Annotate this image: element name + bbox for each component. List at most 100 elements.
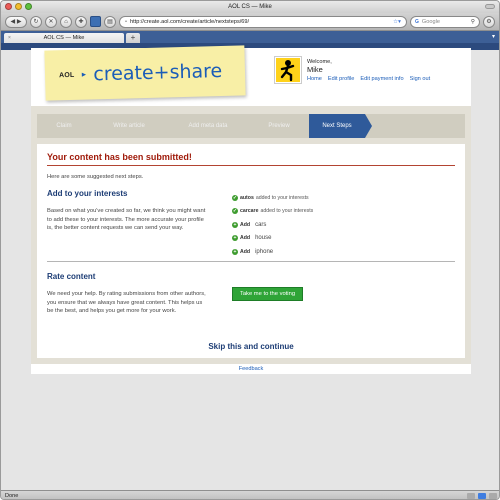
running-man-icon — [276, 58, 300, 82]
suggested-interest-name: cars — [255, 221, 267, 228]
tab-list-icon[interactable]: ▾ — [492, 33, 495, 40]
site-header: AOL ► create+share Welcome, Mike Home Ed… — [31, 45, 471, 106]
step-claim: Claim — [56, 123, 72, 129]
close-window-button[interactable] — [5, 3, 12, 10]
home-icon: ⌂ — [64, 18, 68, 25]
suggested-interest-name: iphone — [255, 248, 274, 255]
site-logo[interactable]: AOL ► create+share — [44, 45, 246, 101]
added-interest-row: ✓ carcare added to your interests — [232, 205, 313, 219]
progress-steps: Claim Write article Add meta data Previe… — [37, 114, 465, 138]
home-button[interactable]: ⌂ — [60, 15, 72, 28]
browser-window: AOL CS — Mike ◀ ▶ ↻ ✕ ⌂ ✚ ▤ ▫ http://cre… — [0, 0, 500, 500]
edit-profile-link[interactable]: Edit profile — [328, 76, 354, 82]
suggested-interest-name: house — [255, 235, 272, 242]
tab-close-icon[interactable]: × — [8, 35, 11, 41]
reload-button[interactable]: ↻ — [30, 15, 42, 28]
bookmark-button[interactable]: ✚ — [75, 15, 87, 28]
page-container: AOL ► create+share Welcome, Mike Home Ed… — [31, 45, 471, 374]
reload-icon: ↻ — [33, 19, 39, 25]
search-placeholder: Google — [421, 18, 440, 25]
avatar[interactable] — [274, 56, 302, 84]
minimize-window-button[interactable] — [15, 3, 22, 10]
search-icon[interactable]: ⚲ — [471, 19, 475, 25]
print-button[interactable]: ▤ — [104, 15, 116, 28]
added-interest-row: ✓ autos added to your interests — [232, 191, 313, 205]
section-divider — [47, 261, 455, 262]
star-icon[interactable]: ☆▾ — [393, 19, 401, 25]
tab-bar: × AOL CS — Mike + ▾ — [1, 31, 499, 43]
add-icon[interactable]: + — [232, 235, 238, 242]
suggested-interest-row: + Add cars — [232, 218, 313, 232]
step-next-steps-active: Next Steps — [309, 114, 372, 138]
back-forward-buttons[interactable]: ◀ ▶ — [5, 15, 27, 28]
status-icon[interactable] — [478, 493, 486, 499]
step-write-article: Write article — [113, 123, 145, 129]
add-interest-button[interactable]: Add — [240, 235, 250, 241]
title-bar: AOL CS — Mike — [1, 1, 499, 13]
page-viewport: AOL ► create+share Welcome, Mike Home Ed… — [1, 43, 499, 491]
added-interest-name: carcare — [240, 208, 259, 215]
status-icon[interactable] — [489, 493, 497, 499]
check-icon: ✓ — [232, 194, 238, 201]
user-panel: Welcome, Mike Home Edit profile Edit pay… — [274, 56, 464, 86]
print-icon: ▤ — [107, 19, 113, 25]
status-bar: Done — [1, 490, 499, 499]
step-preview: Preview — [268, 123, 290, 129]
interests-list: ✓ autos added to your interests ✓ carcar… — [232, 191, 313, 259]
bookmark-icon: ✚ — [78, 19, 84, 25]
search-input[interactable]: G Google ⚲ — [410, 15, 480, 28]
aol-logo-text: AOL — [58, 71, 75, 79]
steps-wrapper: Claim Write article Add meta data Previe… — [31, 106, 471, 144]
tab-label: AOL CS — Mike — [43, 35, 85, 41]
back-icon[interactable]: ◀ — [11, 18, 16, 25]
main-content: Your content has been submitted! Here ar… — [37, 144, 465, 358]
extension-icon[interactable] — [90, 16, 101, 27]
user-links: Home Edit profile Edit payment info Sign… — [307, 76, 430, 82]
window-controls — [5, 3, 32, 10]
page-icon: ▫ — [125, 18, 127, 25]
add-interest-button[interactable]: Add — [240, 222, 250, 228]
added-interest-name: autos — [240, 194, 254, 201]
status-icon[interactable] — [467, 493, 475, 499]
gear-icon: ⚙ — [486, 19, 492, 25]
home-link[interactable]: Home — [307, 76, 322, 82]
forward-icon[interactable]: ▶ — [17, 18, 22, 25]
interests-heading: Add to your interests — [47, 189, 128, 198]
skip-continue-link[interactable]: Skip this and continue — [37, 342, 465, 351]
edit-payment-link[interactable]: Edit payment info — [360, 76, 403, 82]
add-icon[interactable]: + — [232, 221, 238, 228]
add-interest-button[interactable]: Add — [240, 249, 250, 255]
add-icon[interactable]: + — [232, 248, 238, 255]
suggested-interest-row: + Add house — [232, 232, 313, 246]
page-title: Your content has been submitted! — [47, 152, 455, 166]
address-bar[interactable]: ▫ http://create.aol.com/create/article/n… — [119, 15, 407, 28]
rate-heading: Rate content — [47, 272, 96, 281]
voting-button[interactable]: Take me to the voting — [232, 287, 303, 301]
check-icon: ✓ — [232, 208, 238, 215]
username: Mike — [307, 65, 323, 74]
new-tab-button[interactable]: + — [126, 33, 140, 43]
content-wrapper: Your content has been submitted! Here ar… — [31, 144, 471, 364]
status-icons — [467, 493, 497, 499]
sign-out-link[interactable]: Sign out — [410, 76, 431, 82]
interests-description: Based on what you've created so far, we … — [47, 208, 206, 231]
feedback-link[interactable]: Feedback — [31, 364, 471, 374]
rate-description: We need your help. By rating submissions… — [47, 291, 206, 314]
added-interest-suffix: added to your interests — [255, 194, 309, 201]
status-text: Done — [5, 493, 19, 499]
stop-button[interactable]: ✕ — [45, 15, 57, 28]
tab-active[interactable]: × AOL CS — Mike — [4, 33, 124, 43]
settings-button[interactable]: ⚙ — [483, 15, 495, 28]
stop-icon: ✕ — [48, 19, 54, 25]
zoom-window-button[interactable] — [25, 3, 32, 10]
url-text[interactable]: http://create.aol.com/create/article/nex… — [130, 19, 390, 25]
toolbar-toggle-button[interactable] — [485, 4, 495, 9]
window-title: AOL CS — Mike — [228, 4, 272, 10]
step-add-meta-data: Add meta data — [188, 123, 228, 129]
added-interest-suffix: added to your interests — [260, 208, 314, 215]
search-engine-icon[interactable]: G — [415, 19, 419, 25]
brand-title: create+share — [93, 59, 223, 86]
arrow-icon: ► — [80, 71, 88, 79]
suggested-interest-row: + Add iphone — [232, 245, 313, 259]
browser-toolbar: ◀ ▶ ↻ ✕ ⌂ ✚ ▤ ▫ http://create.aol.com/cr… — [1, 13, 499, 31]
